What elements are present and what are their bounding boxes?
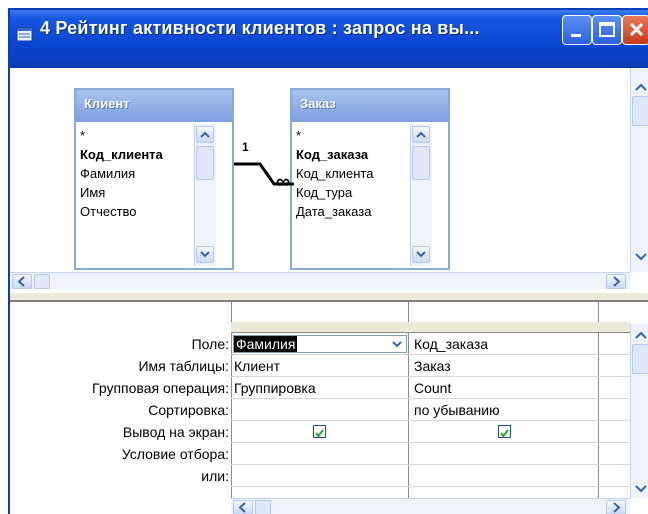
chevron-right-icon	[607, 501, 625, 514]
dropdown-arrow-icon[interactable]	[390, 337, 404, 354]
checkmark-icon	[314, 426, 325, 442]
show-checkbox-2[interactable]	[498, 425, 511, 438]
row-label-or: или:	[201, 468, 229, 484]
chevron-left-icon	[13, 275, 31, 291]
table-cell-2[interactable]: Заказ	[414, 358, 451, 374]
relationship-many-label: ∞	[276, 171, 291, 193]
row-label-table: Имя таблицы:	[138, 358, 229, 374]
checkmark-icon	[499, 426, 510, 442]
column-selector-bar[interactable]	[231, 322, 630, 333]
minimize-button[interactable]	[562, 15, 592, 45]
table-pane-hscrollbar[interactable]	[10, 272, 630, 289]
table-pane[interactable]: Клиент * Код_клиента Фамилия Имя Отчеств…	[10, 68, 648, 292]
title-bar[interactable]: 4 Рейтинг активности клиентов : запрос н…	[10, 10, 648, 68]
scroll-thumb[interactable]	[34, 274, 50, 289]
row-label-show: Вывод на экран:	[122, 424, 229, 440]
scroll-thumb[interactable]	[632, 344, 648, 374]
scroll-left-button[interactable]	[233, 500, 253, 514]
chevron-up-icon[interactable]	[633, 328, 648, 344]
grid-row-divider	[231, 420, 630, 421]
row-label-criteria: Условие отбора:	[121, 446, 229, 462]
maximize-button[interactable]	[592, 15, 622, 45]
field-cell-2[interactable]: Код_заказа	[414, 336, 488, 352]
field-select-1[interactable]: Фамилия	[233, 335, 407, 353]
group-cell-2[interactable]: Count	[414, 380, 451, 396]
relationship-line[interactable]	[10, 68, 648, 292]
relationship-one-label: 1	[242, 140, 249, 154]
table-pane-vscrollbar[interactable]	[630, 68, 648, 272]
grid-row-divider	[231, 398, 630, 399]
scroll-left-button[interactable]	[12, 274, 32, 289]
chevron-down-icon[interactable]	[633, 250, 648, 266]
close-button[interactable]	[622, 15, 648, 45]
scroll-right-button[interactable]	[606, 274, 626, 289]
grid-row-divider	[231, 486, 630, 487]
row-label-group: Групповая операция:	[92, 380, 229, 396]
chevron-down-icon[interactable]	[633, 482, 648, 498]
scroll-thumb[interactable]	[632, 96, 648, 126]
query-grid[interactable]: Поле: Имя таблицы: Групповая операция: С…	[10, 302, 648, 514]
window-title: 4 Рейтинг активности клиентов : запрос н…	[40, 18, 480, 38]
sort-cell-2[interactable]: по убыванию	[414, 402, 500, 418]
window-icon[interactable]	[16, 26, 34, 44]
table-cell-1[interactable]: Клиент	[234, 358, 280, 374]
grid-row-divider	[231, 376, 630, 377]
chevron-up-icon[interactable]	[633, 80, 648, 96]
grid-row-divider	[231, 442, 630, 443]
scroll-thumb[interactable]	[255, 500, 271, 514]
chevron-left-icon	[234, 501, 252, 514]
show-checkbox-1[interactable]	[313, 425, 326, 438]
group-cell-1[interactable]: Группировка	[234, 380, 316, 396]
pane-splitter[interactable]	[10, 292, 648, 302]
query-window: 4 Рейтинг активности клиентов : запрос н…	[8, 8, 648, 514]
scroll-right-button[interactable]	[606, 500, 626, 514]
grid-hscrollbar[interactable]	[231, 498, 630, 514]
field-select-1-value: Фамилия	[234, 336, 298, 352]
grid-row-divider	[231, 354, 630, 355]
grid-row-divider	[231, 464, 630, 465]
row-label-field: Поле:	[191, 336, 229, 352]
grid-vscrollbar[interactable]	[630, 324, 648, 498]
chevron-right-icon	[607, 275, 625, 291]
row-label-sort: Сортировка:	[148, 402, 229, 418]
